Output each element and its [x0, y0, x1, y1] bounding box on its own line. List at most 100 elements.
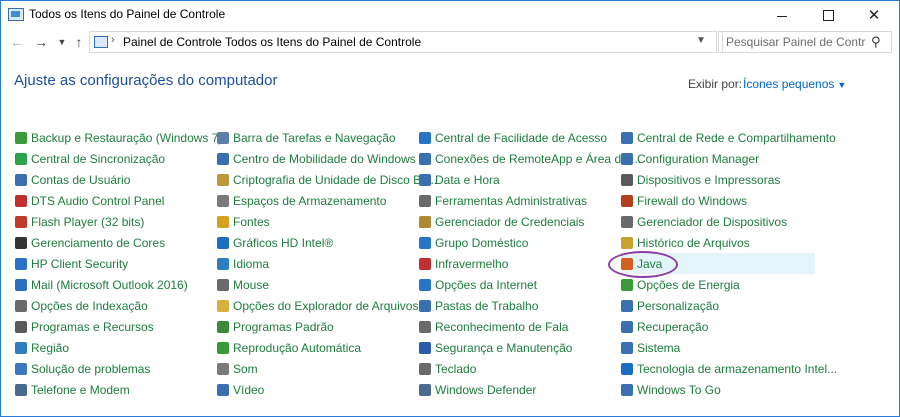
control-panel-item[interactable]: Sistema	[621, 337, 680, 358]
admin-tools-icon	[419, 194, 431, 207]
control-panel-item[interactable]: Ferramentas Administrativas	[419, 190, 587, 211]
control-panel-item-label: Configuration Manager	[637, 151, 760, 166]
control-panel-item[interactable]: Firewall do Windows	[621, 190, 747, 211]
control-panel-item-label: Central de Rede e Compartilhamento	[637, 130, 836, 145]
file-history-icon	[621, 236, 633, 249]
windows-to-go-icon	[621, 383, 633, 396]
control-panel-item[interactable]: Grupo Doméstico	[419, 232, 528, 253]
control-panel-item[interactable]: Gerenciador de Credenciais	[419, 211, 584, 232]
control-panel-item[interactable]: Criptografia de Unidade de Disco Bit...	[217, 169, 437, 190]
control-panel-item[interactable]: Central de Sincronização	[15, 148, 165, 169]
search-box[interactable]: ⚲	[722, 31, 892, 53]
control-panel-item[interactable]: Windows To Go	[621, 379, 721, 400]
control-panel-item-label: Opções da Internet	[435, 277, 538, 292]
control-panel-item[interactable]: Tecnologia de armazenamento Intel...	[621, 358, 837, 379]
control-panel-item[interactable]: Opções do Explorador de Arquivos	[217, 295, 418, 316]
microphone-icon	[419, 320, 431, 333]
control-panel-item-label: Gerenciamento de Cores	[31, 235, 166, 250]
mouse-icon	[217, 278, 229, 291]
control-panel-item[interactable]: Vídeo	[217, 379, 264, 400]
control-panel-item[interactable]: Som	[217, 358, 258, 379]
address-bar[interactable]: › Painel de Controle › Todos os Itens do…	[89, 31, 717, 53]
device-manager-icon	[621, 215, 633, 228]
search-icon[interactable]: ⚲	[871, 34, 881, 50]
breadcrumb-separator-icon[interactable]: ›	[212, 34, 216, 46]
control-panel-item[interactable]: Gerenciamento de Cores	[15, 232, 165, 253]
control-panel-item[interactable]: Opções de Energia	[621, 274, 740, 295]
control-panel-item[interactable]: Mail (Microsoft Outlook 2016)	[15, 274, 188, 295]
view-by-value[interactable]: Ícones pequenos	[743, 77, 834, 91]
credentials-icon	[419, 215, 431, 228]
control-panel-item[interactable]: Flash Player (32 bits)	[15, 211, 144, 232]
control-panel-item-label: Histórico de Arquivos	[637, 235, 750, 250]
sound-icon	[217, 362, 229, 375]
default-programs-icon	[217, 320, 229, 333]
breadcrumb-painel-de-controle[interactable]: Painel de Controle	[123, 35, 222, 49]
breadcrumb-todos-os-itens[interactable]: Todos os Itens do Painel de Controle	[225, 35, 421, 49]
control-panel-item[interactable]: Reconhecimento de Fala	[419, 316, 568, 337]
shield-icon	[15, 257, 27, 270]
control-panel-item[interactable]: Personalização	[621, 295, 719, 316]
control-panel-item[interactable]: Contas de Usuário	[15, 169, 130, 190]
control-panel-item-label: Região	[31, 340, 70, 355]
up-button[interactable]: ↑	[69, 32, 89, 52]
control-panel-item[interactable]: DTS Audio Control Panel	[15, 190, 164, 211]
control-panel-item[interactable]: Windows Defender	[419, 379, 536, 400]
control-panel-item-label: Java	[637, 256, 663, 271]
control-panel-item[interactable]: Pastas de Trabalho	[419, 295, 538, 316]
display-icon	[217, 383, 229, 396]
chevron-down-icon[interactable]: ▼	[837, 80, 846, 90]
control-panel-item[interactable]: Telefone e Modem	[15, 379, 130, 400]
control-panel-item-label: Flash Player (32 bits)	[31, 214, 145, 229]
control-panel-item[interactable]: Infravermelho	[419, 253, 508, 274]
language-icon	[217, 257, 229, 270]
control-panel-item-label: Grupo Doméstico	[435, 235, 529, 250]
control-panel-item[interactable]: Centro de Mobilidade do Windows	[217, 148, 416, 169]
control-panel-item[interactable]: Programas Padrão	[217, 316, 334, 337]
troubleshoot-icon	[15, 362, 27, 375]
forward-button[interactable]: →	[31, 32, 51, 52]
control-panel-item[interactable]: Idioma	[217, 253, 269, 274]
control-panel-item-label: Mouse	[233, 277, 270, 292]
control-panel-item[interactable]: Central de Rede e Compartilhamento	[621, 127, 836, 148]
control-panel-item[interactable]: Gerenciador de Dispositivos	[621, 211, 787, 232]
address-dropdown-icon[interactable]: ▼	[696, 35, 706, 46]
breadcrumb-separator-icon[interactable]: ›	[111, 34, 115, 46]
control-panel-item[interactable]: Programas e Recursos	[15, 316, 154, 337]
search-input[interactable]	[726, 34, 866, 49]
control-panel-item[interactable]: Backup e Restauração (Windows 7)	[15, 127, 222, 148]
minimize-button[interactable]	[759, 1, 805, 29]
control-panel-item[interactable]: Data e Hora	[419, 169, 500, 190]
control-panel-item[interactable]: Solução de problemas	[15, 358, 150, 379]
close-button[interactable]: ✕	[851, 1, 897, 29]
maximize-button[interactable]	[805, 1, 851, 29]
control-panel-item[interactable]: Espaços de Armazenamento	[217, 190, 386, 211]
control-panel-item[interactable]: Central de Facilidade de Acesso	[419, 127, 607, 148]
control-panel-item[interactable]: Histórico de Arquivos	[621, 232, 750, 253]
control-panel-item[interactable]: Teclado	[419, 358, 476, 379]
control-panel-item[interactable]: Gráficos HD Intel®	[217, 232, 333, 253]
control-panel-item[interactable]: Região	[15, 337, 69, 358]
control-panel-item[interactable]: Mouse	[217, 274, 269, 295]
control-panel-item[interactable]: HP Client Security	[15, 253, 128, 274]
back-button[interactable]: ←	[7, 32, 27, 52]
control-panel-item[interactable]: Recuperação	[621, 316, 708, 337]
control-panel-item[interactable]: Opções de Indexação	[15, 295, 148, 316]
control-panel-item-label: Contas de Usuário	[31, 172, 131, 187]
control-panel-item[interactable]: Conexões de RemoteApp e Área de ...	[419, 148, 641, 169]
arrow-right-icon: →	[34, 34, 48, 50]
view-by-dropdown[interactable]: Ícones pequenos ▼	[743, 77, 846, 91]
fonts-icon	[217, 215, 229, 228]
ease-of-access-icon	[419, 131, 431, 144]
control-panel-item-label: Espaços de Armazenamento	[233, 193, 387, 208]
control-panel-item[interactable]: Dispositivos e Impressoras	[621, 169, 780, 190]
control-panel-icon	[94, 36, 108, 48]
control-panel-item[interactable]: Barra de Tarefas e Navegação	[217, 127, 396, 148]
control-panel-item[interactable]: Segurança e Manutenção	[419, 337, 572, 358]
control-panel-item[interactable]: Fontes	[217, 211, 270, 232]
control-panel-item[interactable]: Java	[621, 253, 815, 274]
control-panel-item[interactable]: Configuration Manager	[621, 148, 759, 169]
programs-icon	[15, 320, 27, 333]
control-panel-item[interactable]: Reprodução Automática	[217, 337, 361, 358]
control-panel-item[interactable]: Opções da Internet	[419, 274, 537, 295]
